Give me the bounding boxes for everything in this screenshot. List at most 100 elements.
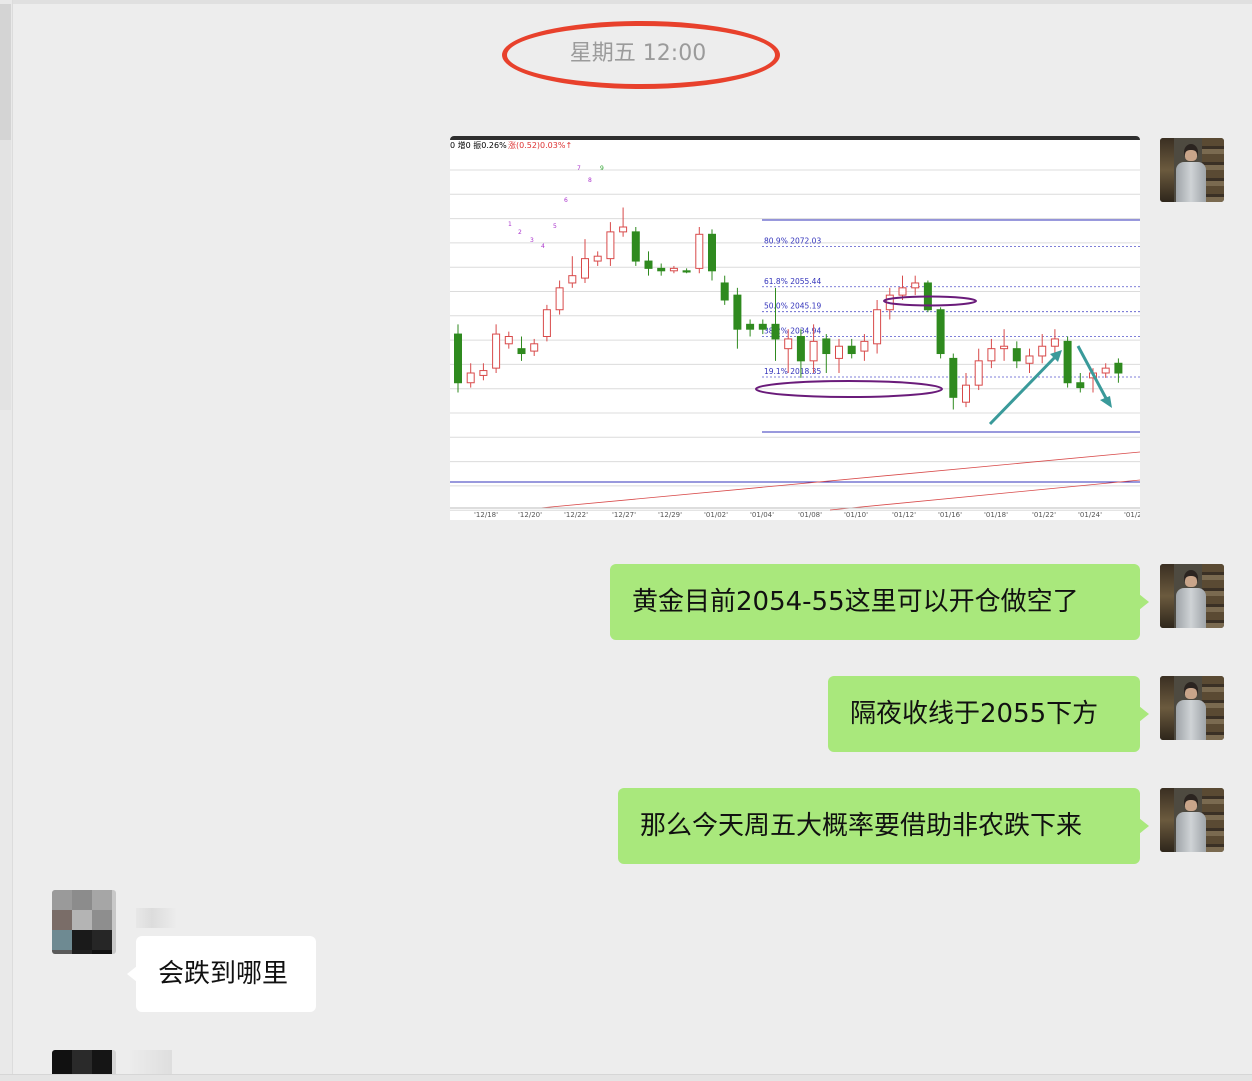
x-axis-label: '12/20' <box>518 511 542 519</box>
candle <box>492 324 501 373</box>
candle <box>568 256 577 288</box>
x-axis-labels: '12/18' '12/20' '12/22' '12/27' '12/29' '01/0… <box>450 507 1140 519</box>
wave-count-label: 5 <box>553 223 557 230</box>
candle <box>682 268 691 274</box>
candle-body <box>1050 338 1059 347</box>
chart-image-message[interactable]: 0 增0 振0.26% 涨(0.52)0.03%↑ 123456789 80.9… <box>450 136 1140 520</box>
candle <box>1038 334 1047 364</box>
candle-body <box>898 287 907 296</box>
red-trend-line <box>539 451 1140 509</box>
self-avatar[interactable] <box>1160 788 1224 852</box>
candle-body <box>619 226 628 233</box>
candle-body <box>987 348 996 362</box>
other-user-avatar[interactable] <box>52 890 116 954</box>
red-annotation-circle <box>502 21 780 89</box>
candle-body <box>517 348 526 355</box>
x-axis-label: '01/02' <box>704 511 728 519</box>
candle-body <box>466 372 475 384</box>
candle-body <box>542 309 551 338</box>
chart-grid <box>450 169 1140 511</box>
x-axis-label: '01/10' <box>844 511 868 519</box>
candle-body <box>873 309 882 345</box>
candle <box>504 331 513 349</box>
candle-body <box>784 338 793 350</box>
candle-body <box>949 357 958 398</box>
candle-body <box>1101 367 1110 374</box>
candle <box>746 319 755 337</box>
candle <box>1076 373 1085 393</box>
candle-body <box>1114 362 1123 374</box>
candle <box>949 353 958 410</box>
x-axis-label: '12/27' <box>612 511 636 519</box>
candle <box>619 207 628 237</box>
candle-body <box>746 323 755 330</box>
candle <box>593 251 602 266</box>
candle-body <box>682 270 691 273</box>
candle <box>1025 348 1034 373</box>
wave-count-label: 9 <box>600 165 604 172</box>
candle-body <box>1038 345 1047 357</box>
candle-body <box>835 345 843 359</box>
candle <box>974 348 983 391</box>
fib-level-label: 80.9% 2072.03 <box>764 236 821 245</box>
fib-level-label: 50.0% 2045.19 <box>764 302 821 311</box>
message-bubble-self[interactable]: 那么今天周五大概率要借助非农跌下来 <box>618 788 1149 864</box>
candle <box>936 307 945 359</box>
fibonacci-lines: 80.9% 2072.03 61.8% 2055.44 50.0% 2045.19 3… <box>450 219 1140 511</box>
candle-body <box>1063 340 1072 384</box>
self-avatar[interactable] <box>1160 138 1224 202</box>
candle <box>631 227 640 266</box>
candle <box>657 263 666 276</box>
candle <box>644 251 653 276</box>
message-bubble-other[interactable]: 会跌到哪里 <box>127 936 316 1012</box>
candle-body <box>555 287 564 311</box>
sender-name-blurred <box>136 908 176 928</box>
x-axis-label: '12/22' <box>564 511 588 519</box>
x-axis-label: '01/12' <box>892 511 916 519</box>
candle <box>835 338 843 373</box>
chart-header-text: 0 增0 振0.26% <box>450 140 507 150</box>
candle <box>1063 336 1072 388</box>
candle-body <box>568 275 577 284</box>
chart-header-change: 涨(0.52)0.03%↑ <box>508 140 572 150</box>
candle <box>962 373 970 408</box>
candle-body <box>644 260 653 269</box>
candle-body <box>593 255 602 262</box>
message-bubble-self[interactable]: 黄金目前2054-55这里可以开仓做空了 <box>610 564 1149 640</box>
candle-body <box>657 267 666 272</box>
wave-count-label: 4 <box>541 243 545 250</box>
x-axis-label: '01/2 <box>1124 511 1140 519</box>
message-bubble-self[interactable]: 隔夜收线于2055下方 <box>828 676 1149 752</box>
wave-count-label: 8 <box>588 177 592 184</box>
other-user-avatar[interactable] <box>52 1050 116 1074</box>
candle <box>479 363 488 381</box>
scrollbar-thumb[interactable] <box>0 4 11 140</box>
candle <box>911 275 920 296</box>
candle <box>1101 363 1110 378</box>
wave-count-label: 1 <box>508 221 512 228</box>
x-axis-label: '01/08' <box>798 511 822 519</box>
x-axis-label: '01/18' <box>984 511 1008 519</box>
window-top-border <box>0 0 1252 4</box>
candle <box>530 338 539 356</box>
candle-body <box>669 267 678 272</box>
self-avatar[interactable] <box>1160 564 1224 628</box>
x-axis-label: '12/18' <box>474 511 498 519</box>
candle <box>606 222 615 266</box>
fib-level-label: 19.1% 2018.35 <box>764 367 821 376</box>
candle-body <box>758 323 767 330</box>
candle-body <box>809 340 818 362</box>
candle-body <box>530 343 539 352</box>
candle-body <box>479 370 488 376</box>
candle <box>847 338 856 359</box>
candle <box>542 304 551 342</box>
candle-body <box>1000 345 1009 350</box>
candle-body <box>1076 382 1085 389</box>
fib-level-label: 61.8% 2055.44 <box>764 277 821 286</box>
candle <box>454 324 462 393</box>
candle <box>555 280 564 315</box>
candle <box>1114 358 1123 383</box>
self-avatar[interactable] <box>1160 676 1224 740</box>
candle-body <box>720 282 729 301</box>
left-scrollbar[interactable] <box>0 0 13 1080</box>
